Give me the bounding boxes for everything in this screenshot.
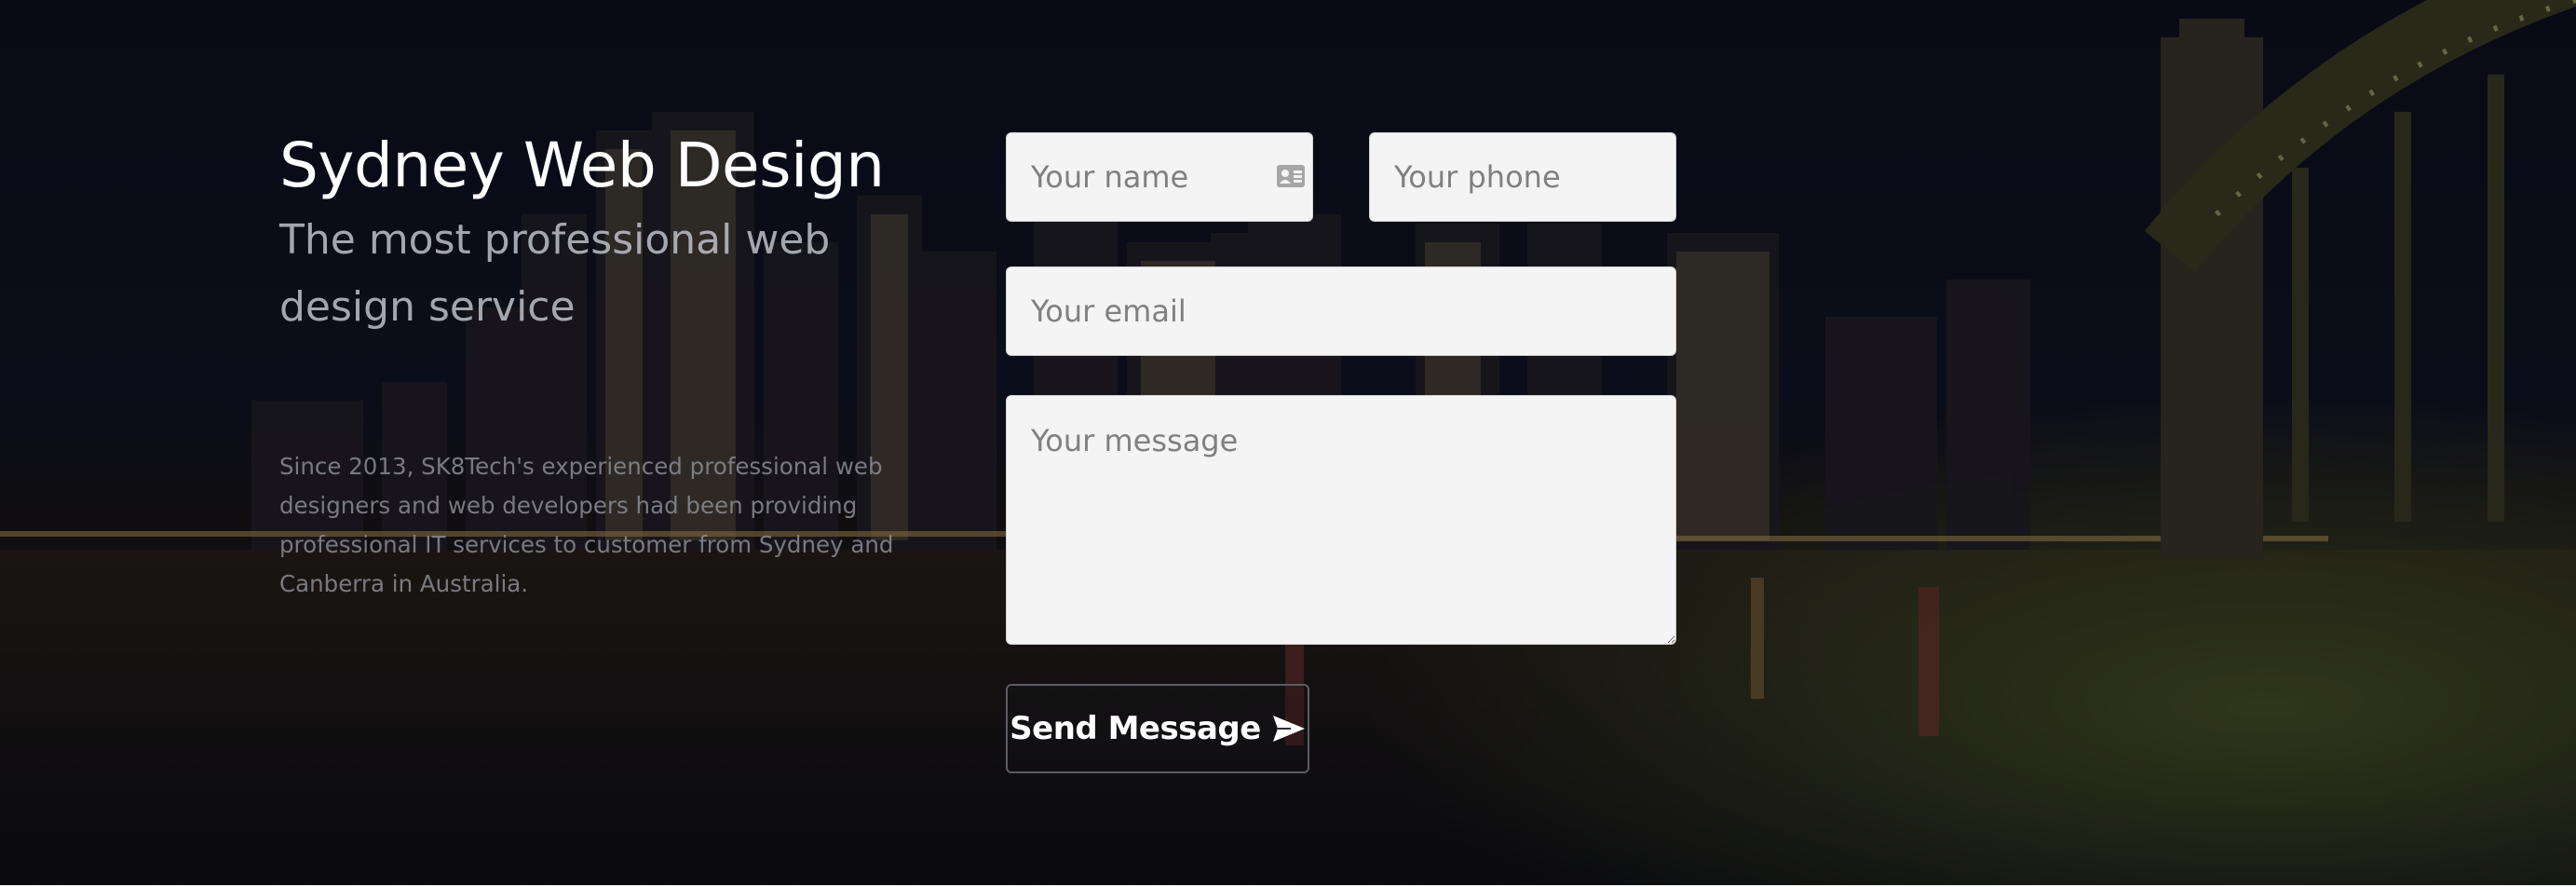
name-input[interactable] <box>1006 132 1313 222</box>
send-message-label: Send Message <box>1010 710 1261 747</box>
hero-text-block: Sydney Web Design The most professional … <box>279 130 950 341</box>
message-textarea[interactable] <box>1006 395 1676 645</box>
send-message-button[interactable]: Send Message <box>1006 684 1309 773</box>
intro-paragraph: Since 2013, SK8Tech's experienced profes… <box>279 453 894 597</box>
phone-input[interactable] <box>1369 132 1676 222</box>
page-subtitle: The most professional web design service <box>279 215 831 331</box>
id-card-icon <box>1277 165 1305 187</box>
email-input[interactable] <box>1006 266 1676 356</box>
page-title: Sydney Web Design <box>279 130 885 201</box>
hero-section: Sydney Web Design The most professional … <box>0 0 2576 885</box>
paper-plane-icon <box>1272 716 1305 742</box>
